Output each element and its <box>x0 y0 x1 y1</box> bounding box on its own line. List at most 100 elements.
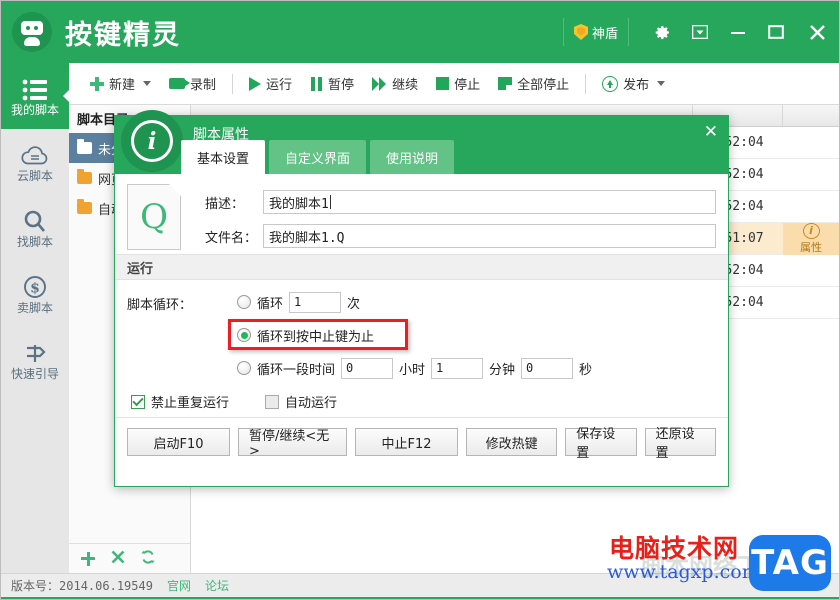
filename-value: 我的脚本1.Q <box>269 230 345 246</box>
script-properties-dialog: i 脚本属性 ✕ 基本设置 自定义界面 使用说明 Q 描述： 我的脚本1 文件名… <box>114 110 729 487</box>
robot-eye-right <box>34 26 38 30</box>
publish-icon <box>602 75 619 92</box>
dialog-tabs: 基本设置 自定义界面 使用说明 <box>181 140 455 174</box>
pause-hotkey-button[interactable]: 暂停/继续<无> <box>238 428 347 459</box>
description-row: 描述： 我的脚本1 <box>191 190 716 214</box>
skin-dropdown-icon[interactable] <box>681 1 719 63</box>
loop-until-stop-label: 循环到按中止键为止 <box>257 329 375 345</box>
link-official-site[interactable]: 官网 <box>167 577 191 594</box>
sidebar-item-my-scripts[interactable]: 我的脚本 <box>1 63 70 129</box>
toolbar-label: 新建 <box>109 78 136 93</box>
guide-icon <box>21 339 49 365</box>
link-forum[interactable]: 论坛 <box>205 577 229 594</box>
folder-icon <box>77 199 92 214</box>
run-section-header: 运行 <box>115 254 728 280</box>
toolbar-continue-button[interactable]: 继续 <box>363 69 427 99</box>
radio-loop-until-stop[interactable] <box>237 328 251 342</box>
cloud-icon <box>20 141 50 167</box>
script-file-icon: Q <box>127 184 181 250</box>
loop-count-input[interactable]: 1 <box>289 291 342 313</box>
shield-button[interactable]: 神盾 <box>562 18 629 46</box>
delete-folder-icon[interactable] <box>111 550 125 568</box>
start-hotkey-button[interactable]: 启动F10 <box>127 428 231 456</box>
tab-custom-ui[interactable]: 自定义界面 <box>269 140 367 174</box>
checkbox-auto-run[interactable]: 自动运行 <box>265 392 337 411</box>
chevron-down-icon[interactable] <box>143 81 152 86</box>
loop-minutes-input[interactable]: 1 <box>431 357 484 379</box>
dialog-body: Q 描述： 我的脚本1 文件名： 我的脚本1.Q 运行 脚本循环： 循环 1 次… <box>115 174 728 486</box>
loop-option-count[interactable]: 循环 1 次 <box>237 290 716 314</box>
toolbar-new-button[interactable]: 新建 <box>81 69 160 99</box>
filename-row: 文件名： 我的脚本1.Q <box>191 224 716 248</box>
column-header-action[interactable] <box>783 105 839 126</box>
checkbox-auto-run-box[interactable] <box>265 394 280 409</box>
toolbar-publish-button[interactable]: 发布 <box>593 69 674 99</box>
toolbar-run-button[interactable]: 运行 <box>240 69 301 99</box>
description-input[interactable]: 我的脚本1 <box>263 190 716 214</box>
toolbar-stop-button[interactable]: 停止 <box>427 69 489 99</box>
toolbar-pause-button[interactable]: 暂停 <box>301 69 363 99</box>
app-logo <box>1 12 63 52</box>
filename-input[interactable]: 我的脚本1.Q <box>263 224 716 248</box>
version-text: 版本号：2014.06.19549 <box>11 577 153 594</box>
robot-body-shape <box>24 37 40 46</box>
add-folder-icon[interactable] <box>81 551 95 566</box>
toolbar-stop-all-button[interactable]: 全部停止 <box>489 69 578 99</box>
tab-basic-settings[interactable]: 基本设置 <box>181 140 266 174</box>
refresh-icon[interactable] <box>141 549 155 568</box>
info-icon: i <box>802 222 820 239</box>
chevron-down-icon[interactable] <box>657 81 666 86</box>
sidebar-item-quick-guide[interactable]: 快速引导 <box>1 327 69 393</box>
app-title: 按键精灵 <box>65 19 181 51</box>
close-icon[interactable]: ✕ <box>704 124 718 141</box>
stop-all-icon <box>498 77 513 90</box>
description-label: 描述： <box>205 196 245 212</box>
radio-loop-count[interactable] <box>237 295 251 309</box>
titlebar-controls: 神盾 <box>562 1 839 63</box>
checkbox-prevent-repeat[interactable]: 禁止重复运行 <box>131 392 229 411</box>
toolbar-label: 录制 <box>190 78 217 93</box>
version-label: 版本号： <box>11 579 60 593</box>
loop-hours-input[interactable]: 0 <box>341 357 394 379</box>
reset-settings-button[interactable]: 还原设置 <box>644 427 716 461</box>
toolbar-label: 全部停止 <box>517 78 570 93</box>
loop-option-until-stop[interactable]: 循环到按中止键为止 <box>237 323 716 347</box>
tab-usage-notes[interactable]: 使用说明 <box>370 140 455 174</box>
robot-icon <box>12 12 52 52</box>
row-properties-button[interactable]: i 属性 <box>783 222 839 255</box>
camera-icon <box>169 78 191 89</box>
gear-icon[interactable] <box>643 1 681 63</box>
stop-hotkey-button[interactable]: 中止F12 <box>354 428 459 456</box>
info-icon-glyph: i <box>131 120 173 162</box>
text-caret <box>329 195 331 209</box>
loop-options: 循环 1 次 循环到按中止键为止 循环一段时间 0 小时 1 分钟 0 秒 <box>228 290 716 380</box>
checkbox-prevent-repeat-box[interactable] <box>131 394 145 409</box>
edit-hotkeys-button[interactable]: 修改热键 <box>466 428 558 456</box>
sidebar: 我的脚本 云脚本 找脚本 $ 卖脚本 快速引导 <box>1 63 70 573</box>
sidebar-item-cloud-scripts[interactable]: 云脚本 <box>1 129 69 195</box>
svg-text:$: $ <box>30 281 40 297</box>
run-section: 脚本循环： 循环 1 次 循环到按中止键为止 循环一段时间 0 小时 1 分钟 … <box>115 280 728 384</box>
minimize-icon[interactable] <box>719 1 757 63</box>
loop-seconds-input[interactable]: 0 <box>521 357 574 379</box>
toolbar-label: 停止 <box>454 78 481 93</box>
sidebar-item-label: 卖脚本 <box>16 301 53 315</box>
loop-seconds-unit: 秒 <box>579 362 593 378</box>
sidebar-item-find-scripts[interactable]: 找脚本 <box>1 195 69 261</box>
folder-icon <box>77 139 92 154</box>
sidebar-item-sell-scripts[interactable]: $ 卖脚本 <box>1 261 69 327</box>
sidebar-item-label: 云脚本 <box>16 169 53 183</box>
loop-count-unit: 次 <box>347 296 361 312</box>
field-group: 描述： 我的脚本1 文件名： 我的脚本1.Q <box>191 184 716 250</box>
plus-icon <box>90 76 104 91</box>
maximize-icon[interactable] <box>757 1 795 63</box>
radio-loop-duration[interactable] <box>237 361 251 375</box>
status-bar: 版本号：2014.06.19549 官网 论坛 <box>1 573 839 597</box>
loop-option-duration[interactable]: 循环一段时间 0 小时 1 分钟 0 秒 <box>237 356 716 380</box>
toolbar-record-button[interactable]: 录制 <box>160 69 225 99</box>
forward-icon <box>372 76 387 91</box>
search-icon <box>22 207 48 233</box>
save-settings-button[interactable]: 保存设置 <box>565 427 637 461</box>
loop-count-label: 循环 <box>257 296 284 312</box>
close-icon[interactable] <box>795 1 839 63</box>
